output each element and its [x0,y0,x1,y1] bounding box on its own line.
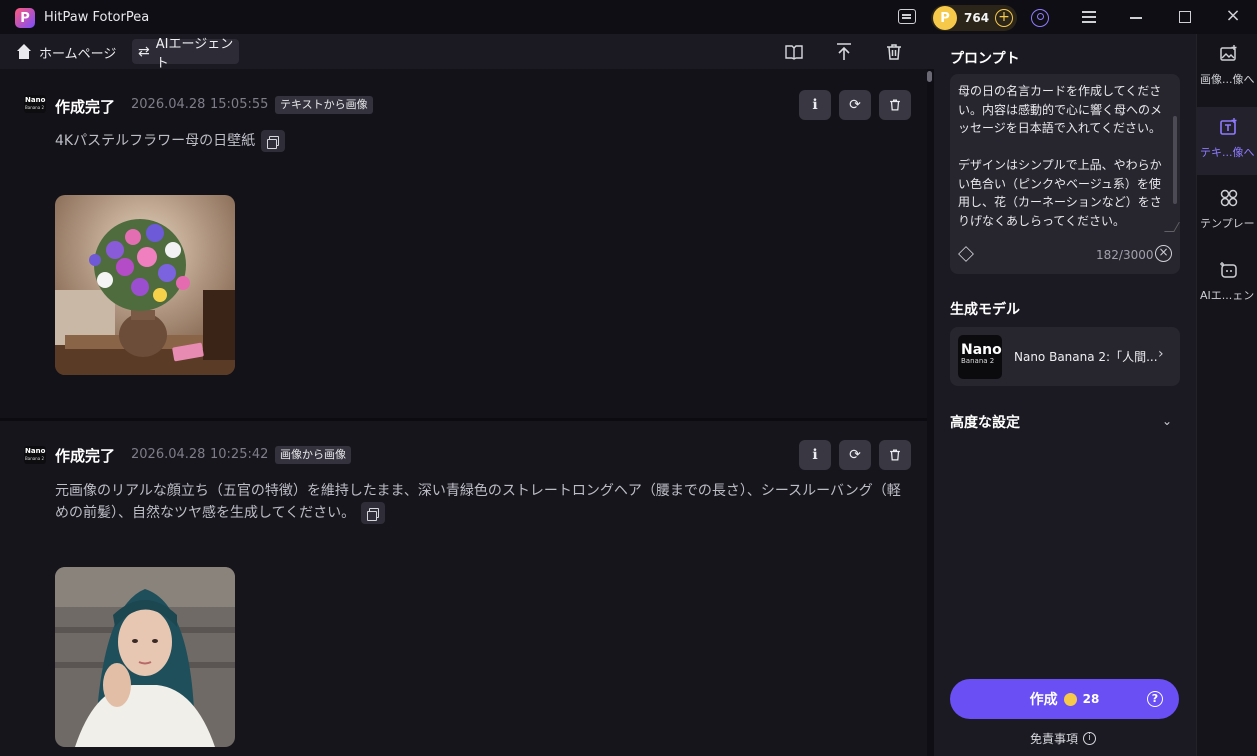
create-cost: 28 [1082,692,1100,706]
feed-scrollbar[interactable] [927,71,932,82]
regenerate-button[interactable]: ⟳ [839,440,871,470]
prompt-input-text[interactable]: 母の日の名言カードを作成してください。内容は感動的で心に響く母へのメッセージを日… [958,82,1170,230]
minimize-button[interactable] [1130,17,1142,19]
add-coins-icon[interactable]: + [995,9,1013,27]
prompt-scrollbar[interactable] [1173,116,1177,204]
copy-icon[interactable] [361,502,386,524]
text-to-image-icon [1219,117,1239,137]
sidebar-item-ai-agent[interactable]: AIエ...ェント [1197,250,1257,318]
generated-image-portrait[interactable] [55,567,235,747]
settings-panel: プロンプト 母の日の名言カードを作成してください。内容は感動的で心に響く母へのメ… [934,34,1196,756]
status-label: 作成完了 [55,98,116,116]
date-label: 2026.04.28 [131,97,206,112]
info-button[interactable]: ℹ [799,90,831,120]
app-title: HitPaw FotorPea [44,10,150,25]
swap-icon: ⇄ [138,43,150,60]
sidebar-item-label: AIエ...ェント [1200,289,1257,302]
chat-icon[interactable] [898,9,916,24]
close-button[interactable]: × [1225,7,1241,25]
book-icon[interactable] [784,42,804,62]
regenerate-button[interactable]: ⟳ [839,90,871,120]
app-logo: P [15,8,35,28]
coin-icon: P [933,6,957,30]
maximize-button[interactable] [1179,11,1191,23]
info-button[interactable]: ℹ [799,440,831,470]
tab-ai-agent[interactable]: ⇄ AIエージェント [132,37,239,71]
mode-tag: テキストから画像 [275,96,373,114]
delete-button[interactable] [879,90,911,120]
disclaimer-link[interactable]: 免責事項 i [1030,730,1097,747]
trash-icon[interactable] [884,42,904,62]
image-edit-icon [1219,44,1239,64]
upload-icon[interactable] [834,42,854,62]
info-icon: i [1083,732,1097,745]
status-label: 作成完了 [55,447,116,465]
create-button[interactable]: 作成 28 ? [950,679,1179,719]
side-nav: 画像...像へ テキ...像へ テンプレート AIエ...ェント [1196,34,1257,756]
prompt-input[interactable]: 母の日の名言カードを作成してください。内容は感動的で心に響く母へのメッセージを日… [950,74,1180,274]
sidebar-item-label: テンプレート [1200,217,1257,230]
time-label: 10:25:42 [210,447,269,462]
title-bar: P HitPaw FotorPea P 764 + × [0,0,1257,34]
generated-image-flowers[interactable] [55,195,235,375]
home-icon [16,44,32,60]
char-count: 182/3000 [1096,248,1154,262]
disclaimer-label: 免責事項 [1030,732,1079,746]
create-label: 作成 [1029,692,1058,708]
template-icon [1219,188,1239,208]
main-toolbar: ホームページ ⇄ AIエージェント [0,34,934,71]
coin-icon [1063,692,1077,706]
sidebar-item-image-to-image[interactable]: 画像...像へ [1197,34,1257,102]
sidebar-item-label: 画像...像へ [1200,73,1255,86]
model-badge: Nano Banana 2 [24,446,46,464]
sidebar-item-text-to-image[interactable]: テキ...像へ [1197,107,1257,175]
sidebar-item-label: テキ...像へ [1200,146,1255,159]
result-card: Nano Banana 2 作成完了 2026.04.28 15:05:55 テキ… [0,69,927,418]
mode-tag: 画像から画像 [275,446,351,464]
time-label: 15:05:55 [210,97,269,112]
prompt-text: 4Kパステルフラワー母の日壁紙 [55,130,755,152]
delete-button[interactable] [879,440,911,470]
prompt-heading: プロンプト [950,51,1020,67]
model-logo: Nano Banana 2 [958,335,1002,379]
cube-icon[interactable] [958,246,974,262]
prompt-text: 元画像のリアルな顔立ち（五官の特徴）を維持したまま、深い青緑色のストレートロング… [55,480,905,524]
model-selector[interactable]: Nano Banana 2 Nano Banana 2:「人間... › [950,327,1180,386]
chevron-down-icon[interactable]: ⌄ [1162,414,1172,428]
ai-agent-icon [1219,260,1239,280]
model-heading: 生成モデル [950,302,1020,318]
model-badge: Nano Banana 2 [24,95,46,113]
clear-icon[interactable]: × [1155,245,1172,262]
menu-icon[interactable] [1082,11,1096,23]
agent-tab-label: AIエージェント [155,36,234,71]
advanced-settings-heading[interactable]: 高度な設定 [950,412,1020,432]
home-button[interactable]: ホームページ [16,40,116,64]
chevron-right-icon: › [1158,346,1164,362]
copy-icon[interactable] [261,130,286,152]
sidebar-item-templates[interactable]: テンプレート [1197,178,1257,246]
help-icon[interactable]: ? [1147,691,1163,707]
coin-count: 764 [964,11,990,25]
date-label: 2026.04.28 [131,447,206,462]
model-name: Nano Banana 2:「人間... [1014,350,1158,364]
result-card: Nano Banana 2 作成完了 2026.04.28 10:25:42 画像… [0,421,927,756]
home-label: ホームページ [39,46,117,62]
user-icon[interactable] [1031,9,1049,27]
